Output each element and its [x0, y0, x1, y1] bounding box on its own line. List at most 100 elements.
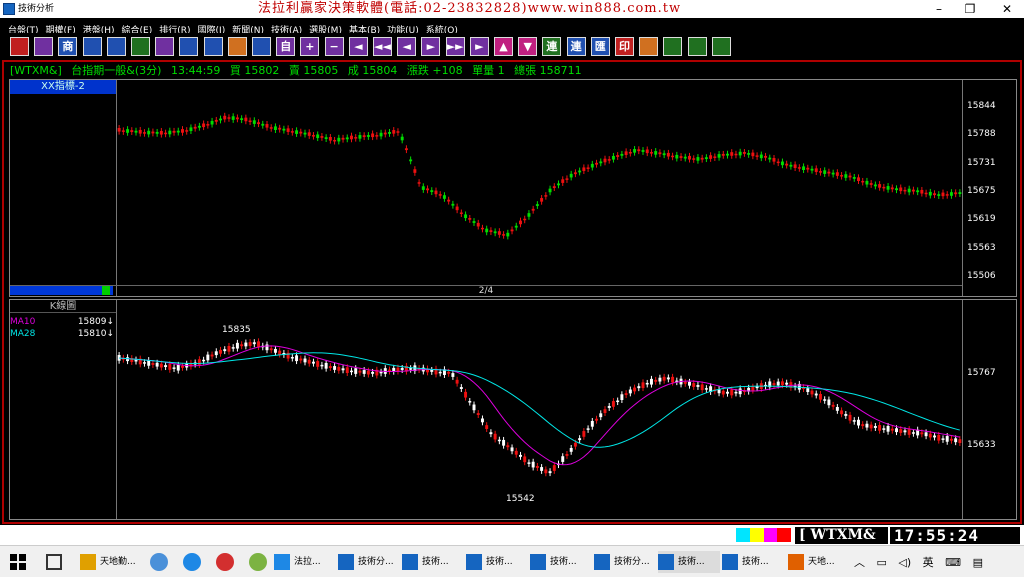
toolbar-button-18[interactable]: ►► — [445, 37, 465, 56]
maximize-button[interactable]: ❐ — [955, 0, 985, 18]
candle-body — [531, 461, 535, 468]
toolbar-button-19[interactable]: ► — [469, 37, 489, 56]
toolbar-button-6[interactable] — [155, 37, 175, 56]
candle-body — [514, 225, 518, 228]
toolbar-button-29[interactable] — [711, 37, 731, 56]
toolbar-button-16[interactable]: ◄ — [397, 37, 417, 56]
candle-body — [138, 129, 142, 134]
toolbar-button-5[interactable] — [131, 37, 150, 56]
volume-icon[interactable]: ◁) — [898, 553, 911, 573]
window-title: 技術分析 — [18, 4, 55, 14]
candle-body — [214, 119, 218, 122]
scroll-thumb[interactable] — [102, 286, 110, 295]
close-button[interactable]: ✕ — [992, 0, 1022, 18]
toolbar-button-10[interactable] — [252, 37, 271, 56]
toolbar-button-21[interactable]: ▼ — [518, 37, 538, 56]
toolbar-button-22[interactable]: 連 — [542, 37, 562, 56]
scroll-track[interactable] — [10, 286, 113, 295]
candle-body — [269, 127, 273, 129]
toolbar-button-26[interactable] — [639, 37, 659, 56]
candle-body — [472, 221, 476, 223]
toolbar-button-24[interactable]: 匯 — [590, 37, 610, 56]
candle-body — [164, 132, 168, 135]
taskbar-item-0[interactable]: 天地勤... — [80, 551, 142, 573]
taskbar-item-5[interactable]: 技術... — [530, 551, 592, 573]
menu-item-5[interactable]: 國際(I) — [198, 24, 226, 33]
taskbar-label: 技術... — [678, 557, 705, 567]
taskbar-item-3[interactable]: 技術... — [402, 551, 464, 573]
candle-body — [886, 425, 890, 432]
candle-body — [497, 439, 501, 442]
menu-item-0[interactable]: 台盤(T) — [8, 24, 39, 33]
pinned-app-icon[interactable] — [183, 553, 201, 571]
toolbar-button-8[interactable] — [203, 37, 223, 56]
toolbar-button-17[interactable]: ► — [421, 37, 441, 56]
toolbar-button-15[interactable]: ◄◄ — [373, 37, 392, 56]
candle-body — [954, 438, 958, 443]
candle-body — [582, 167, 586, 172]
task-view-icon[interactable] — [46, 554, 62, 570]
pinned-app-icon[interactable] — [249, 553, 267, 571]
menu-item-4[interactable]: 排行(R) — [159, 24, 190, 33]
taskbar-item-6[interactable]: 技術分... — [594, 551, 656, 573]
windows-start-icon[interactable] — [10, 554, 26, 570]
candle-body — [772, 383, 776, 386]
toolbar-button-1[interactable] — [34, 37, 54, 56]
candle-body — [552, 465, 556, 471]
toolbar-button-12[interactable]: + — [300, 37, 320, 56]
menu-item-11[interactable]: 系統(O) — [426, 24, 458, 33]
taskbar-item-2[interactable]: 技術分... — [338, 551, 400, 573]
candle-body — [345, 137, 349, 140]
toolbar-button-11[interactable]: 自 — [276, 37, 296, 56]
toolbar-button-0[interactable] — [10, 37, 29, 56]
chevron-up-icon[interactable]: ︿ — [854, 553, 865, 573]
sell-price: 15805 — [303, 64, 339, 77]
indicator-label[interactable]: XX指標-2 — [10, 80, 116, 94]
taskbar-item-9[interactable]: 天地... — [788, 551, 850, 573]
candle-body — [780, 161, 784, 166]
candle-body — [159, 363, 163, 368]
candle-body — [844, 413, 848, 416]
menu-item-2[interactable]: 港盤(H) — [83, 24, 115, 33]
candle-body — [611, 401, 615, 407]
menu-item-6[interactable]: 新聞(N) — [232, 24, 264, 33]
notification-icon[interactable]: ▤ — [973, 553, 983, 573]
minimize-button[interactable]: – — [924, 0, 954, 18]
candle-body — [248, 120, 252, 123]
taskbar-item-7[interactable]: 技術... — [658, 551, 720, 573]
candle-body — [379, 371, 383, 374]
keyboard-icon[interactable]: ⌨ — [945, 553, 961, 573]
toolbar-button-9[interactable] — [227, 37, 247, 56]
network-icon[interactable]: ▭ — [877, 553, 887, 573]
candle-body — [189, 127, 193, 132]
menu-item-9[interactable]: 基本(B) — [349, 24, 380, 33]
toolbar-button-3[interactable] — [82, 37, 102, 56]
candle-body — [569, 173, 573, 178]
toolbar-button-2[interactable]: 商 — [58, 37, 78, 56]
toolbar-button-27[interactable] — [663, 37, 683, 56]
toolbar-button-23[interactable]: 連 — [566, 37, 586, 56]
menu-item-1[interactable]: 期權(F) — [46, 24, 76, 33]
taskbar-item-1[interactable]: 法拉... — [274, 551, 336, 573]
toolbar-button-25[interactable]: 印 — [615, 37, 634, 56]
taskbar-item-4[interactable]: 技術... — [466, 551, 528, 573]
candle-body — [290, 131, 294, 133]
toolbar-button-14[interactable]: ◄ — [348, 37, 368, 56]
pinned-app-icon[interactable] — [216, 553, 234, 571]
menu-item-8[interactable]: 選股(M) — [309, 24, 342, 33]
candle-body — [882, 186, 886, 189]
toolbar-button-13[interactable]: − — [324, 37, 344, 56]
pinned-app-icon[interactable] — [150, 553, 168, 571]
toolbar-button-20[interactable]: ▲ — [494, 37, 513, 56]
kline-candles — [117, 338, 962, 477]
taskbar-item-8[interactable]: 技術... — [722, 551, 784, 573]
toolbar-button-4[interactable] — [106, 37, 126, 56]
ime-indicator[interactable]: 英 — [923, 553, 934, 573]
menu-item-10[interactable]: 功能(U) — [387, 24, 419, 33]
menu-item-7[interactable]: 技術(A) — [271, 24, 302, 33]
candle-body — [641, 382, 645, 389]
toolbar-button-7[interactable] — [179, 37, 199, 56]
menu-item-3[interactable]: 綜合(E) — [122, 24, 153, 33]
candle-body — [726, 153, 729, 156]
toolbar-button-28[interactable] — [687, 37, 707, 56]
